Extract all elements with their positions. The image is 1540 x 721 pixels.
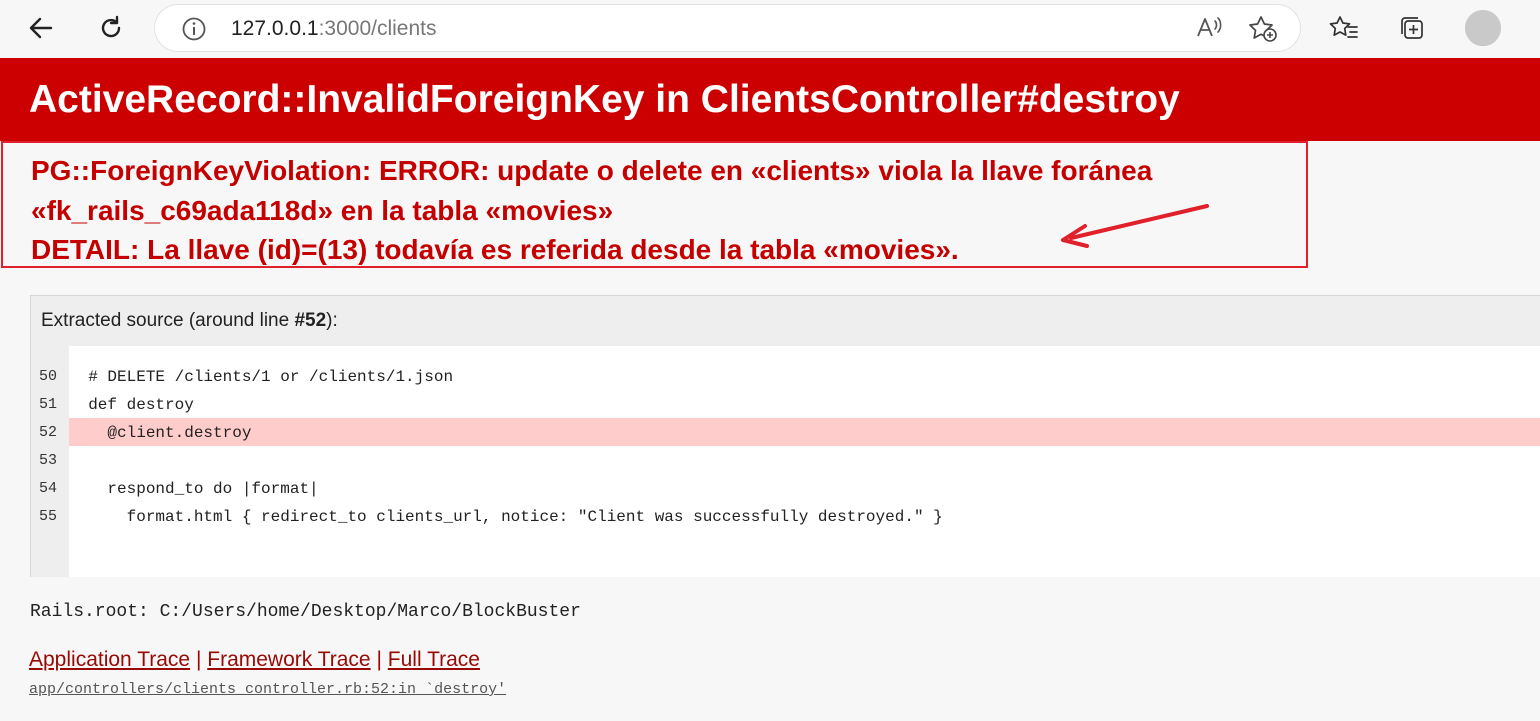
line-number: 51 <box>39 396 58 413</box>
full-trace-link[interactable]: Full Trace <box>388 648 480 671</box>
code-line: 52 @client.destroy <box>31 418 1540 446</box>
url-host: 127.0.0.1 <box>231 17 319 40</box>
code-text: respond_to do |format| <box>69 480 319 498</box>
error-message-line-1: PG::ForeignKeyViolation: ERROR: update o… <box>31 155 1153 186</box>
browser-toolbar: 127.0.0.1:3000/clients <box>0 0 1540 58</box>
trace-links: Application Trace | Framework Trace | Fu… <box>29 648 480 672</box>
source-title: Extracted source (around line #52): <box>41 310 338 332</box>
favorites-icon[interactable] <box>1326 10 1362 46</box>
code-line: 51 def destroy <box>31 390 1540 418</box>
code-line: 50 # DELETE /clients/1 or /clients/1.jso… <box>31 362 1540 390</box>
source-title-line: #52 <box>294 310 327 331</box>
source-title-prefix: Extracted source (around line <box>41 310 295 331</box>
trace-separator: | <box>376 648 382 671</box>
rails-root: Rails.root: C:/Users/home/Desktop/Marco/… <box>30 602 581 622</box>
code-text: def destroy <box>69 396 194 414</box>
code-line: 55 format.html { redirect_to clients_url… <box>31 502 1540 530</box>
line-number: 50 <box>39 368 58 385</box>
source-title-suffix: ): <box>326 310 338 331</box>
notification-dot-icon <box>1465 10 1501 46</box>
line-number: 52 <box>39 424 58 441</box>
extracted-source-panel: Extracted source (around line #52): 50 #… <box>30 295 1540 577</box>
collections-icon[interactable] <box>1394 10 1430 46</box>
line-number: 55 <box>39 508 58 525</box>
reload-button[interactable] <box>92 10 130 46</box>
error-title: ActiveRecord::InvalidForeignKey in Clien… <box>29 78 1180 121</box>
annotation-arrow-icon <box>1061 204 1209 248</box>
back-button[interactable] <box>22 10 60 46</box>
code-line: 53 <box>31 446 1540 474</box>
url-path: :3000/clients <box>318 17 437 40</box>
error-header: ActiveRecord::InvalidForeignKey in Clien… <box>0 58 1540 141</box>
line-number: 54 <box>39 480 58 497</box>
error-message-line-2: «fk_rails_c69ada118d» en la tabla «movie… <box>31 195 614 226</box>
trace-line-link[interactable]: app/controllers/clients_controller.rb:52… <box>29 681 506 698</box>
url-text[interactable]: 127.0.0.1:3000/clients <box>231 17 437 41</box>
trace-separator: | <box>195 648 202 671</box>
read-aloud-icon[interactable] <box>1195 15 1223 46</box>
code-text: @client.destroy <box>69 418 1540 446</box>
address-bar[interactable]: 127.0.0.1:3000/clients <box>155 5 1300 51</box>
framework-trace-link[interactable]: Framework Trace <box>207 648 370 671</box>
reload-icon <box>101 15 121 38</box>
code-text: # DELETE /clients/1 or /clients/1.json <box>69 368 454 386</box>
line-number: 53 <box>39 452 58 469</box>
add-favorite-icon[interactable] <box>1248 15 1278 48</box>
error-message-line-3: DETAIL: La llave (id)=(13) todavía es re… <box>31 234 959 265</box>
code-line: 54 respond_to do |format| <box>31 474 1540 502</box>
site-info-icon[interactable] <box>181 16 207 47</box>
application-trace-link[interactable]: Application Trace <box>29 648 190 671</box>
code-text: format.html { redirect_to clients_url, n… <box>69 508 943 526</box>
back-arrow-icon <box>29 17 53 39</box>
